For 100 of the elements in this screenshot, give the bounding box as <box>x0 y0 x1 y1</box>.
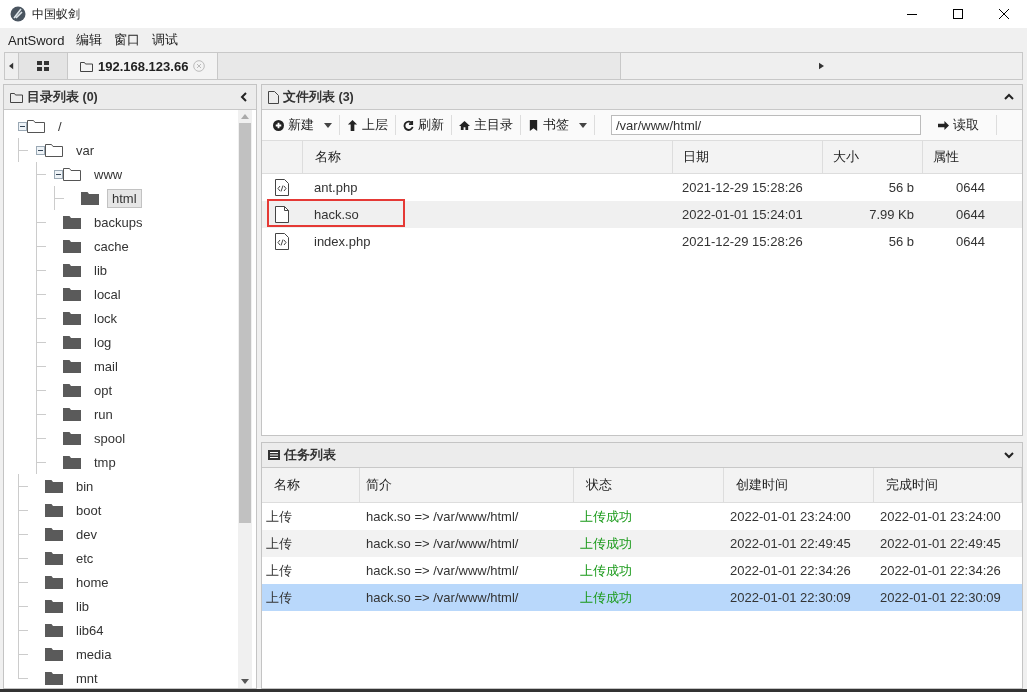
column-header[interactable]: 名称 <box>262 468 360 502</box>
table-cell-text: 56 b <box>887 180 915 195</box>
tree-item[interactable]: cache <box>89 236 134 256</box>
tree-item[interactable]: html <box>107 188 142 208</box>
table-cell-text: 2022-01-01 22:49:45 <box>879 536 1002 551</box>
file-icon <box>275 206 289 223</box>
column-header[interactable]: 完成时间 <box>874 468 1022 502</box>
table-cell-text: 2022-01-01 23:24:00 <box>729 509 852 524</box>
toolbar-button[interactable]: 书签 <box>521 112 594 138</box>
status-text: 上传成功 <box>579 507 633 526</box>
tree-item[interactable]: dev <box>71 524 102 544</box>
tree-item[interactable]: lib <box>89 260 112 280</box>
open-folder-icon <box>27 119 45 133</box>
collapse-toggle-icon[interactable] <box>36 145 45 155</box>
arrow-right-icon <box>938 119 949 131</box>
file-name[interactable]: ant.php <box>302 180 672 195</box>
path-field[interactable]: /var/www/html/ <box>611 115 921 135</box>
column-header[interactable]: 创建时间 <box>724 468 874 502</box>
table-cell-text: hack.so => /var/www/html/ <box>365 536 520 551</box>
task-row[interactable]: 上传 hack.so => /var/www/html/ 上传成功 2022-01-01 22:34:26 2022-01-01 22:34:26 <box>262 557 1022 584</box>
file-icon <box>268 90 279 104</box>
table-cell-text: 7.99 Kb <box>868 207 915 222</box>
column-header[interactable]: 名称 <box>302 141 672 173</box>
table-cell-text: 56 b <box>887 234 915 249</box>
list-icon <box>268 450 280 460</box>
read-button[interactable]: 读取 <box>931 112 986 138</box>
column-header[interactable]: 属性 <box>922 141 1022 173</box>
scroll-down-icon[interactable] <box>241 679 249 684</box>
tree-item[interactable]: boot <box>71 500 107 520</box>
tree-item[interactable]: var <box>71 140 100 160</box>
table-cell-text: 2021-12-29 15:28:26 <box>681 234 804 249</box>
tree-item[interactable]: local <box>89 284 126 304</box>
tree-item[interactable]: opt <box>89 380 118 400</box>
tree-item[interactable]: lib64 <box>71 620 109 640</box>
panel-title: 任务列表 <box>284 446 336 464</box>
tree-item[interactable]: / <box>53 116 67 136</box>
open-folder-icon <box>63 167 81 181</box>
window-title: 中国蚁剑 <box>32 5 80 23</box>
tree-item[interactable]: bin <box>71 476 99 496</box>
table-cell-text: 0644 <box>955 207 986 222</box>
table-cell-text: 上传 <box>265 561 293 580</box>
toolbar-button[interactable]: 上层 <box>340 112 395 138</box>
status-text: 上传成功 <box>579 561 633 580</box>
collapse-toggle-icon[interactable] <box>54 169 63 179</box>
code-file-icon <box>275 179 289 196</box>
folder-icon <box>80 60 93 72</box>
tree-item[interactable]: www <box>89 164 128 184</box>
tree-item[interactable]: mail <box>89 356 123 376</box>
toolbar-button[interactable]: 主目录 <box>452 112 520 138</box>
table-cell-text: 2022-01-01 22:30:09 <box>879 590 1002 605</box>
tree-item[interactable]: run <box>89 404 118 424</box>
column-header[interactable]: 日期 <box>672 141 822 173</box>
dashboard-tab[interactable] <box>19 53 68 79</box>
task-row[interactable]: 上传 hack.so => /var/www/html/ 上传成功 2022-01-01 22:49:45 2022-01-01 22:49:45 <box>262 530 1022 557</box>
table-cell-text: hack.so => /var/www/html/ <box>365 509 520 524</box>
scroll-left-button[interactable] <box>5 53 19 79</box>
tree-item[interactable]: lib <box>71 596 94 616</box>
tree-item[interactable]: spool <box>89 428 131 448</box>
status-text: 上传成功 <box>579 588 633 607</box>
scrollbar[interactable] <box>238 110 252 688</box>
panel-title: 文件列表 (3) <box>283 88 354 106</box>
collapse-toggle-icon[interactable] <box>18 121 27 131</box>
tree-item[interactable]: mnt <box>71 668 103 688</box>
tree-item[interactable]: log <box>89 332 117 352</box>
menu-item[interactable]: 窗口 <box>114 31 141 49</box>
table-cell-text: 2022-01-01 22:30:09 <box>729 590 852 605</box>
column-header[interactable]: 大小 <box>822 141 922 173</box>
tree-item[interactable]: lock <box>89 308 123 328</box>
table-cell-text: 2021-12-29 15:28:26 <box>681 180 804 195</box>
arrow-up-icon <box>347 119 358 131</box>
connection-tab[interactable]: 192.168.123.66 <box>68 53 219 79</box>
tree-item[interactable]: media <box>71 644 117 664</box>
status-text: 上传成功 <box>579 534 633 553</box>
bookmark-icon <box>528 119 539 131</box>
table-cell-text: 2022-01-01 22:49:45 <box>729 536 852 551</box>
table-cell-text: 0644 <box>955 234 986 249</box>
column-header[interactable]: 简介 <box>360 468 574 502</box>
tree-item[interactable]: backups <box>89 212 148 232</box>
toolbar-button[interactable]: 新建 <box>266 112 339 138</box>
table-cell-text: 2022-01-01 23:24:00 <box>879 509 1002 524</box>
folder-icon <box>10 91 23 103</box>
file-name[interactable]: index.php <box>302 234 672 249</box>
menu-item[interactable]: 编辑 <box>76 31 103 49</box>
task-row[interactable]: 上传 hack.so => /var/www/html/ 上传成功 2022-01-01 23:24:00 2022-01-01 23:24:00 <box>262 503 1022 530</box>
collapse-icon[interactable] <box>1004 93 1014 101</box>
task-row[interactable]: 上传 hack.so => /var/www/html/ 上传成功 2022-01-01 22:30:09 2022-01-01 22:30:09 <box>262 584 1022 611</box>
panel-title: 目录列表 (0) <box>27 88 98 106</box>
table-cell-text: 2022-01-01 22:34:26 <box>729 563 852 578</box>
tree-item[interactable]: tmp <box>89 452 121 472</box>
menu-item[interactable]: AntSword <box>8 32 65 48</box>
menu-item[interactable]: 调试 <box>152 31 179 49</box>
column-header[interactable]: 状态 <box>574 468 724 502</box>
expand-icon[interactable] <box>1004 451 1014 459</box>
file-name[interactable]: hack.so <box>302 207 672 222</box>
tree-item[interactable]: home <box>71 572 114 592</box>
app-logo-icon <box>10 6 26 22</box>
table-cell-text: 0644 <box>955 180 986 195</box>
tree-item[interactable]: etc <box>71 548 99 568</box>
toolbar-button[interactable]: 刷新 <box>396 112 451 138</box>
collapse-icon[interactable] <box>240 92 248 102</box>
